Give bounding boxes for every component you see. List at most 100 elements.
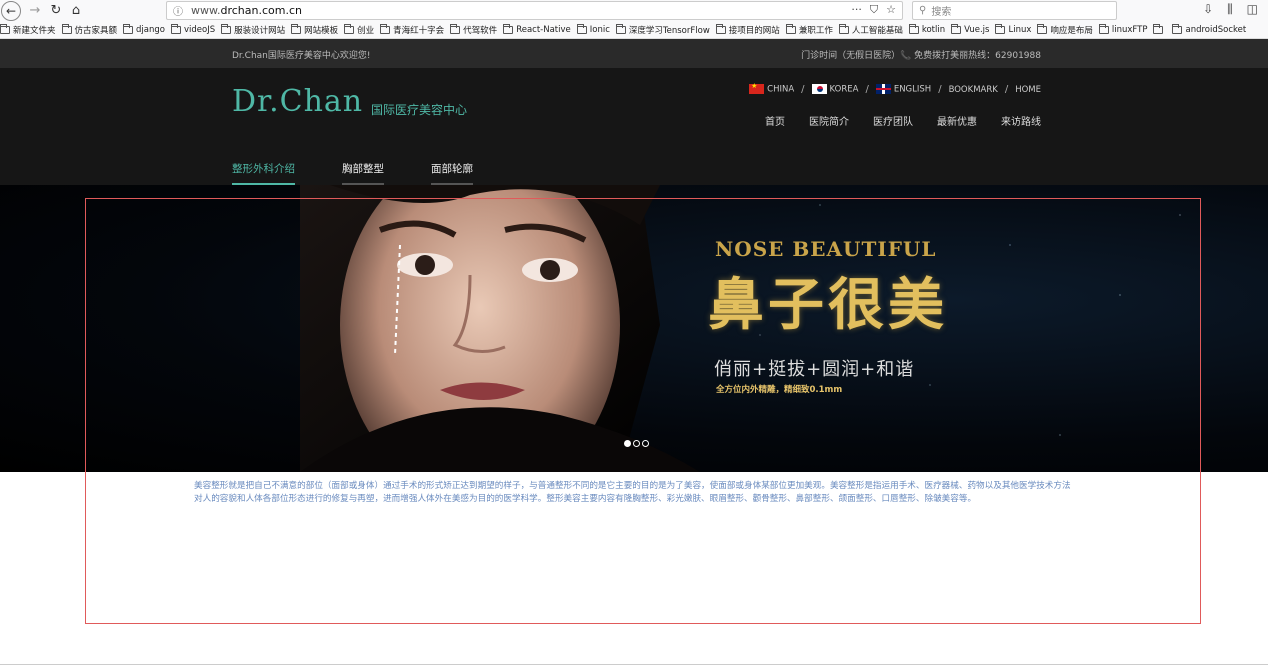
search-icon: ⚲ [919,5,927,16]
browser-right-tools: ⇩ ⫼ ◫ [1203,2,1258,17]
site-logo[interactable]: Dr.Chan [232,84,363,119]
bookmark-item[interactable]: 服装设计网站 [221,23,285,36]
page-actions-icon[interactable]: ··· [851,3,862,17]
site-topbar: Dr.Chan国际医疗美容中心欢迎您! 门诊时间（无假日医院）📞 免费拨打美丽热… [0,39,1268,68]
main-nav-item[interactable]: 医疗团队 [873,113,913,128]
bookmark-label: Ionic [589,24,610,35]
hero-small-text: 全方位内外精雕，精细致0.1mm [716,385,843,395]
url-text[interactable]: www.drchan.com.cn [191,4,302,17]
bookmark-item[interactable]: 仿古家具额 [61,23,118,36]
bookmark-label: 人工智能基础 [851,25,903,36]
main-nav-item[interactable]: 首页 [765,113,785,128]
main-nav-item[interactable]: 来访路线 [1001,113,1041,128]
carousel-dot[interactable] [624,440,631,447]
forward-arrow-icon[interactable]: → [25,0,45,21]
bookmark-item[interactable]: 代驾软件 [450,23,497,36]
main-nav-item[interactable]: 医院简介 [809,113,849,128]
sub-nav-tab[interactable]: 整形外科介绍 [232,161,295,185]
bookmark-item[interactable]: 接项目的网站 [715,23,780,36]
bookmark-item[interactable]: Vue.js [951,23,989,35]
china-flag-icon [749,82,765,95]
home-icon[interactable]: ⌂ [67,0,85,21]
bookmark-item[interactable]: Linux [995,23,1031,35]
bookmark-label: kotlin [921,24,946,35]
library-icon[interactable]: ⫼ [1227,2,1233,17]
bookmark-label: React-Native [516,24,571,35]
lang-english-label: ENGLISH [893,84,932,95]
search-input[interactable]: ⚲ 搜索 [912,1,1117,20]
sub-nav-tab[interactable]: 面部轮廓 [431,161,473,185]
bookmark-item[interactable]: 网站模板 [291,23,338,36]
folder-icon [715,23,726,34]
main-nav-item[interactable]: 最新优惠 [937,113,977,128]
bookmark-label: 青海红十字会 [393,25,445,36]
bookmark-item[interactable]: React-Native [503,23,571,35]
bookmark-label: 接项目的网站 [728,25,780,36]
info-icon[interactable]: ⓘ [173,3,189,18]
back-arrow-icon[interactable]: ← [1,0,21,21]
bookmark-item[interactable]: Ionic [576,23,610,35]
bookmark-item[interactable]: videoJS [170,23,215,35]
bookmark-link[interactable]: BOOKMARK [949,85,998,95]
star-icon[interactable]: ☆ [886,3,896,17]
carousel-dot[interactable] [633,440,640,447]
separator: / [865,84,869,95]
bookmark-label: 兼职工作 [798,25,833,36]
welcome-text: Dr.Chan国际医疗美容中心欢迎您! [232,51,371,61]
hero-banner[interactable]: NOSE BEAUTIFUL 鼻子很美 俏丽+挺拔+圆润+和谐 全方位内外精雕，… [0,185,1268,472]
folder-icon [61,23,72,34]
bookmark-label: 响应是布局 [1050,25,1093,36]
bookmark-item[interactable] [1153,23,1166,34]
lang-english[interactable]: ENGLISH [875,84,932,95]
bookmark-item[interactable]: 人工智能基础 [838,23,903,36]
page-divider [0,664,1268,665]
bookmark-item[interactable]: 新建文件夹 [0,23,56,36]
bookmark-label: 新建文件夹 [13,25,56,36]
folder-icon [838,23,849,34]
bookmark-item[interactable]: django [123,23,165,35]
bookmark-label: django [136,24,165,35]
bookmark-label: 创业 [357,25,375,36]
separator: / [1004,84,1009,95]
folder-icon [908,23,919,34]
lang-korea[interactable]: KOREA [811,84,859,95]
bookmark-item[interactable]: 青海红十字会 [380,23,445,36]
folder-icon [170,23,181,34]
carousel-dot[interactable] [642,440,649,447]
hero-title-chinese: 鼻子很美 [708,273,948,338]
bookmark-item[interactable]: androidSocket [1172,23,1247,35]
folder-icon [503,23,514,34]
lang-china[interactable]: CHINA [749,82,794,95]
address-bar[interactable]: ⓘ www.drchan.com.cn ··· ⛉ ☆ [166,1,903,20]
sidebar-icon[interactable]: ◫ [1247,2,1258,17]
url-prefix: www. [191,4,221,17]
home-link[interactable]: HOME [1015,85,1041,95]
description-text: 美容整形就是把自己不满意的部位（面部或身体）通过手术的形式矫正达到期望的样子，与… [194,481,1071,504]
downloads-icon[interactable]: ⇩ [1203,2,1213,17]
lang-korea-label: KOREA [829,84,859,95]
language-bar: CHINA / KOREA / ENGLISH / BOOKMARK / HOM… [749,82,1041,95]
sub-nav-tab[interactable]: 胸部整型 [342,161,384,185]
folder-icon [615,23,626,34]
folder-icon [1098,23,1109,34]
folder-icon [995,23,1006,34]
bookmark-item[interactable]: 兼职工作 [785,23,833,36]
hero-subtitle: 俏丽+挺拔+圆润+和谐 [714,359,915,380]
folder-icon [1153,23,1164,34]
bookmark-item[interactable]: 深度学习TensorFlow [615,23,710,36]
reload-icon[interactable]: ↻ [47,0,65,21]
main-nav: 首页 医院简介 医疗团队 最新优惠 来访路线 [765,113,1041,128]
bookmarks-bar: 新建文件夹 仿古家具额 django videoJS 服装设计网站 网站模板 创业 青海红十字… [0,21,1268,39]
bookmark-item[interactable]: 创业 [344,23,375,36]
bookmark-item[interactable]: linuxFTP [1098,23,1148,35]
bookmark-label: 仿古家具额 [74,25,118,36]
separator: / [938,84,942,95]
bookmark-item[interactable]: 响应是布局 [1037,23,1093,36]
bookmark-label: androidSocket [1185,24,1247,35]
bookmark-item[interactable]: kotlin [908,23,946,35]
bookmark-label: linuxFTP [1111,24,1148,35]
sub-nav: 整形外科介绍 胸部整型 面部轮廓 [232,161,473,185]
uk-flag-icon [875,84,891,95]
pocket-icon[interactable]: ⛉ [870,3,878,17]
folder-icon [123,23,134,34]
